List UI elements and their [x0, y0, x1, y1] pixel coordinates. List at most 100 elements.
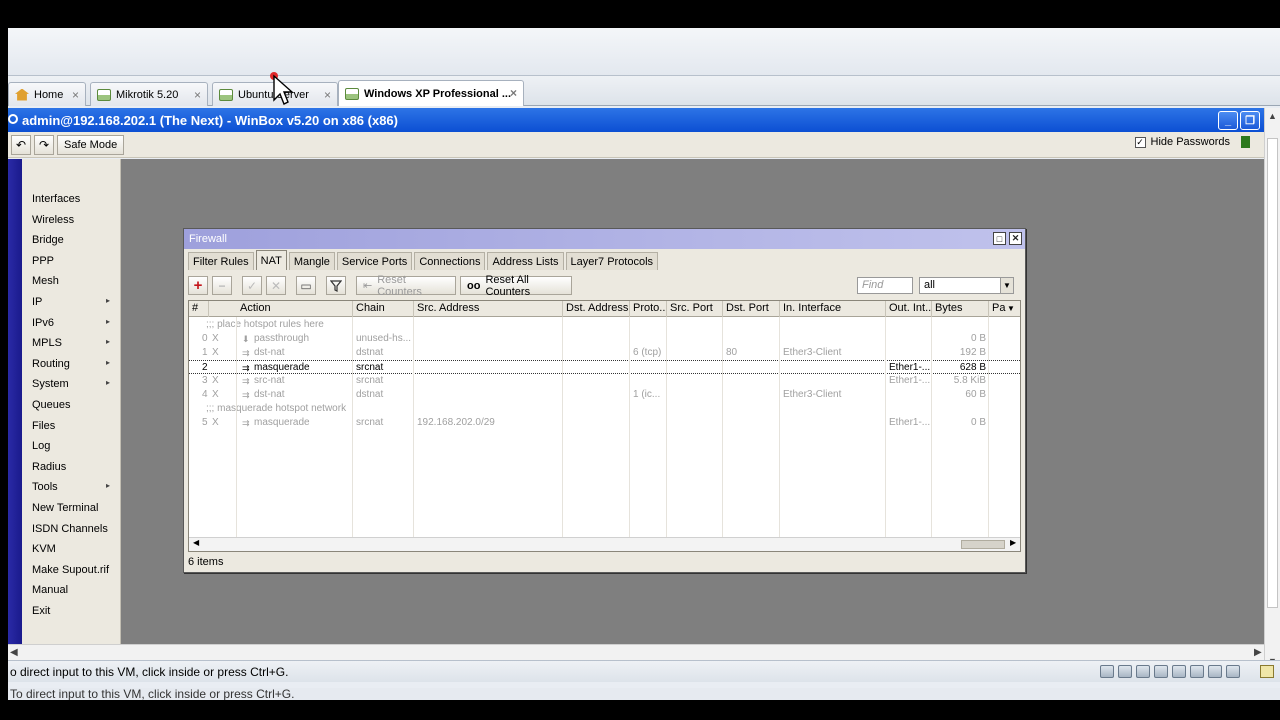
menu-item-routing[interactable]: Routing — [32, 354, 70, 374]
enable-icon[interactable]: ✓ — [242, 276, 262, 295]
hide-passwords-toggle[interactable]: ✓ Hide Passwords — [1134, 136, 1250, 148]
tab-home[interactable]: Home × — [8, 82, 86, 106]
menu-item-isdn-channels[interactable]: ISDN Channels — [32, 519, 108, 539]
restore-button[interactable]: ❐ — [1240, 111, 1260, 130]
tab-address-lists[interactable]: Address Lists — [487, 252, 564, 270]
column-header[interactable]: Dst. Address — [563, 301, 630, 317]
table-hscrollbar[interactable]: ◀ ▶ — [189, 537, 1020, 551]
table-row[interactable]: 2 ⇉ masquerade srcnat Ether1-... 628 B — [189, 360, 1020, 374]
disable-icon[interactable]: ✕ — [266, 276, 286, 295]
cdrom-icon[interactable] — [1118, 665, 1132, 678]
tab-mangle[interactable]: Mangle — [288, 252, 335, 270]
tab-connections[interactable]: Connections — [414, 252, 486, 270]
comment-row[interactable]: ;;; masquerade hotspot network — [189, 402, 1020, 416]
hdd-icon[interactable] — [1100, 665, 1114, 678]
scroll-right-icon[interactable]: ▶ — [1254, 647, 1262, 658]
host-hscrollbar[interactable]: ◀ ▶ — [8, 644, 1264, 660]
hscroll-thumb[interactable] — [961, 540, 1005, 549]
menu-item-ipv6[interactable]: IPv6 — [32, 313, 54, 333]
table-row[interactable]: 1 X ⇉ dst-nat dstnat 6 (tcp) 80 Ether3-Client 19… — [189, 346, 1020, 360]
hide-passwords-checkbox[interactable]: ✓ — [1134, 136, 1146, 148]
scroll-right-icon[interactable]: ▶ — [1010, 538, 1016, 547]
column-header[interactable]: Out. Int... — [886, 301, 932, 317]
menu-item-system[interactable]: System — [32, 374, 69, 394]
scroll-up-icon[interactable]: ▲ — [1268, 111, 1277, 121]
column-header[interactable]: Src. Address — [414, 301, 563, 317]
printer-icon[interactable] — [1172, 665, 1186, 678]
menu-item-new-terminal[interactable]: New Terminal — [32, 498, 98, 518]
menu-item-make-supout-rif[interactable]: Make Supout.rif — [32, 560, 109, 580]
table-row[interactable]: 4 X ⇉ dst-nat dstnat 1 (ic... Ether3-Client 60 … — [189, 388, 1020, 402]
tab-label: Home — [34, 88, 64, 101]
menu-item-log[interactable]: Log — [32, 436, 50, 456]
maximize-button[interactable]: □ — [993, 232, 1006, 245]
tab-service-ports[interactable]: Service Ports — [336, 252, 413, 270]
filter-icon[interactable] — [326, 276, 346, 295]
main-menu: Interfaces Wireless Bridge PPP Mesh IP ▸ IPv6 ▸ M… — [8, 159, 121, 644]
menu-item-queues[interactable]: Queues — [32, 395, 71, 415]
redo-button[interactable]: ↷ — [34, 134, 54, 155]
reset-all-counters-button[interactable]: oo Reset All Counters — [460, 274, 572, 298]
comment-icon[interactable]: ▭ — [296, 276, 316, 295]
menu-item-kvm[interactable]: KVM — [32, 539, 56, 559]
tab-nat[interactable]: NAT — [255, 250, 287, 270]
table-row[interactable]: 3 X ⇉ src-nat srcnat Ether1-... 5.8 KiB — [189, 374, 1020, 388]
close-icon[interactable]: × — [324, 88, 331, 102]
usb-icon[interactable] — [1208, 665, 1222, 678]
menu-item-wireless[interactable]: Wireless — [32, 210, 74, 230]
scroll-thumb[interactable] — [1267, 138, 1278, 608]
menu-item-manual[interactable]: Manual — [32, 580, 68, 600]
status-led — [1241, 136, 1250, 148]
close-icon[interactable]: × — [72, 88, 79, 102]
tab-mikrotik[interactable]: Mikrotik 5.20 × — [90, 82, 208, 106]
scroll-left-icon[interactable]: ◀ — [193, 538, 199, 547]
network-icon[interactable] — [1136, 665, 1150, 678]
menu-item-tools[interactable]: Tools — [32, 477, 58, 497]
column-header[interactable]: Src. Port — [667, 301, 723, 317]
column-header[interactable]: Dst. Port — [723, 301, 780, 317]
add-icon[interactable]: + — [188, 276, 208, 295]
scroll-left-icon[interactable]: ◀ — [10, 647, 18, 658]
tab-windows-xp[interactable]: Windows XP Professional ... × — [338, 80, 524, 106]
menu-item-mpls[interactable]: MPLS — [32, 333, 62, 353]
reset-counters-button[interactable]: ⇤ Reset Counters — [356, 274, 456, 298]
menu-item-ppp[interactable]: PPP — [32, 251, 54, 271]
column-header[interactable]: Action — [237, 301, 353, 317]
undo-button[interactable]: ↶ — [11, 134, 31, 155]
sound-icon[interactable] — [1190, 665, 1204, 678]
close-button[interactable]: ✕ — [1009, 232, 1022, 245]
remove-icon[interactable]: − — [212, 276, 232, 295]
menu-item-interfaces[interactable]: Interfaces — [32, 189, 80, 209]
minimize-button[interactable]: _ — [1218, 111, 1238, 130]
network-icon[interactable] — [1154, 665, 1168, 678]
menu-item-bridge[interactable]: Bridge — [32, 230, 64, 250]
column-header[interactable]: Pa — [989, 301, 1020, 317]
column-header[interactable]: Chain — [353, 301, 414, 317]
table-row[interactable]: 0 X ⬇ passthrough unused-hs... 0 B — [189, 332, 1020, 346]
close-icon[interactable]: × — [510, 86, 517, 100]
nat-rules-table: # Action Chain Src. Address Dst. Address Prot… — [188, 300, 1021, 552]
find-input[interactable]: Find — [857, 277, 913, 294]
comment-row[interactable]: ;;; place hotspot rules here — [189, 318, 1020, 332]
firewall-titlebar[interactable]: Firewall □ ✕ — [184, 229, 1025, 249]
menu-item-ip[interactable]: IP — [32, 292, 42, 312]
tab-layer7-protocols[interactable]: Layer7 Protocols — [565, 252, 659, 270]
chevron-down-icon[interactable]: ▼ — [1000, 277, 1014, 294]
menu-item-mesh[interactable]: Mesh — [32, 271, 59, 291]
column-header[interactable]: Proto... — [630, 301, 667, 317]
menu-item-radius[interactable]: Radius — [32, 457, 66, 477]
filter-select[interactable]: all — [919, 277, 1012, 294]
safe-mode-button[interactable]: Safe Mode — [57, 134, 125, 155]
menu-item-files[interactable]: Files — [32, 416, 55, 436]
message-icon[interactable] — [1226, 665, 1240, 678]
close-icon[interactable]: × — [194, 88, 201, 102]
notes-icon[interactable] — [1260, 665, 1274, 678]
menu-item-exit[interactable]: Exit — [32, 601, 50, 621]
column-header[interactable]: # — [189, 301, 209, 317]
column-header[interactable]: Bytes — [932, 301, 989, 317]
columns-menu-icon[interactable]: ▼ — [1007, 304, 1015, 313]
tab-filter-rules[interactable]: Filter Rules — [188, 252, 254, 270]
vertical-scrollbar[interactable]: ▲ ▼ — [1264, 108, 1280, 670]
column-header[interactable]: In. Interface — [780, 301, 886, 317]
table-row[interactable]: 5 X ⇉ masquerade srcnat 192.168.202.0/29 Ether… — [189, 416, 1020, 430]
